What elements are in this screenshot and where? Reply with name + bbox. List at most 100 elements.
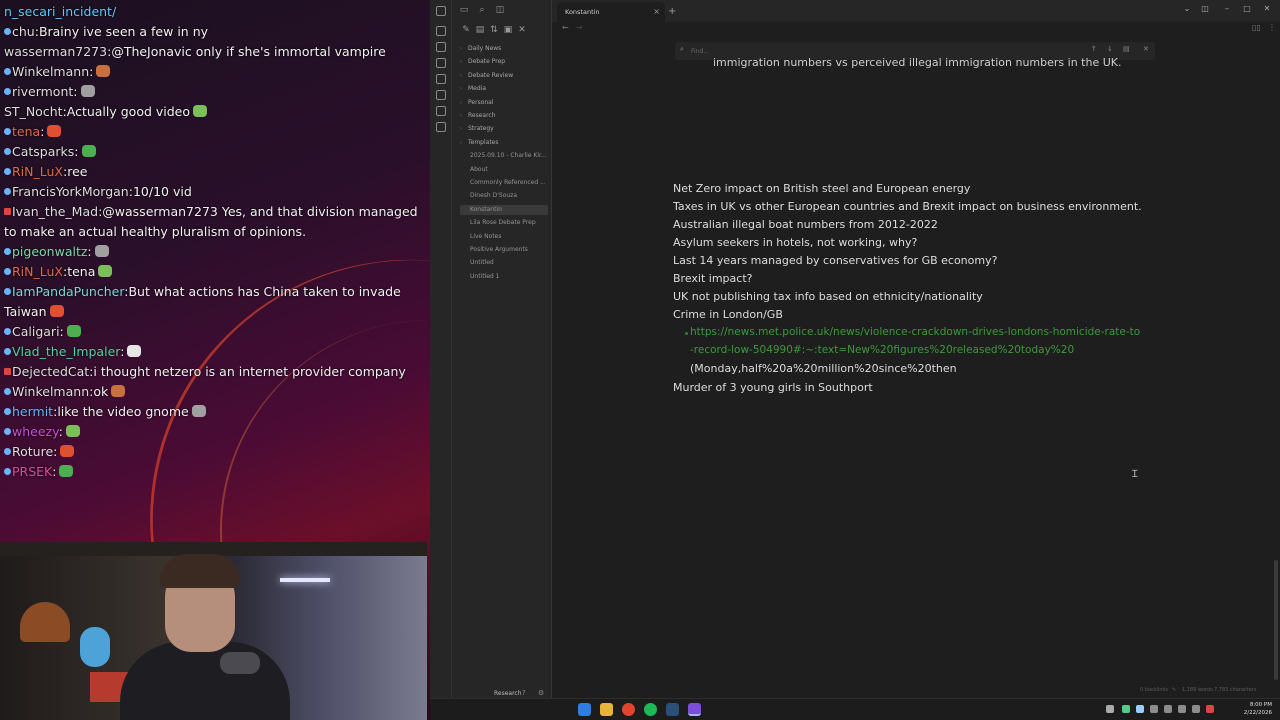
sort-icon[interactable]: ⇅ — [488, 24, 500, 36]
chat-username[interactable]: RiN_LuX — [12, 164, 63, 179]
file-item[interactable]: 2025.09.10 - Charlie Kir... — [460, 151, 548, 161]
file-item[interactable]: Untitled 1 — [460, 272, 548, 282]
chat-username[interactable]: Roture — [12, 444, 53, 459]
file-item[interactable]: Untitled — [460, 258, 548, 268]
tray-app-icon[interactable] — [1122, 705, 1130, 713]
steam-icon[interactable] — [666, 703, 679, 716]
volume-icon[interactable] — [1192, 705, 1200, 713]
chat-username[interactable]: FrancisYorkMorgan — [12, 184, 129, 199]
file-item[interactable]: Live Notes — [460, 232, 548, 242]
file-item[interactable]: Positive Arguments — [460, 245, 548, 255]
start-icon[interactable] — [578, 703, 591, 716]
chat-username[interactable]: rivermont — [12, 84, 73, 99]
chat-username[interactable]: Winkelmann — [12, 384, 89, 399]
folder-item[interactable]: › Personal — [460, 98, 548, 108]
new-tab-icon[interactable]: + — [668, 2, 676, 22]
chat-username[interactable]: ST_Nocht — [4, 104, 63, 119]
new-note-icon[interactable]: ✎ — [460, 24, 472, 36]
obsidian-icon[interactable] — [688, 703, 701, 716]
folder-item[interactable]: › Media — [460, 84, 548, 94]
folder-item[interactable]: › Debate Review — [460, 71, 548, 81]
settings-icon[interactable]: ⚙ — [538, 689, 546, 697]
chat-username[interactable]: RiN_LuX — [12, 264, 63, 279]
spotify-icon[interactable] — [644, 703, 657, 716]
tray-app-icon[interactable] — [1164, 705, 1172, 713]
chat-message: Ivan_the_Mad:@wasserman7273 Yes, and tha… — [0, 202, 430, 242]
file-item[interactable]: Lila Rose Debate Prep — [460, 218, 548, 228]
open-quick-switcher-icon[interactable] — [436, 26, 446, 36]
chat-text: @TheJonavic only if she's immortal vampi… — [111, 44, 386, 59]
window-close-icon[interactable]: ✕ — [1260, 4, 1274, 13]
templates-icon[interactable] — [436, 90, 446, 100]
maximize-icon[interactable]: □ — [1240, 4, 1254, 13]
chat-username[interactable]: hermit — [12, 404, 53, 419]
tab-konstantin[interactable]: Konstantin × — [557, 2, 665, 22]
command-palette-icon[interactable] — [436, 106, 446, 116]
bases-icon[interactable] — [436, 122, 446, 132]
chat-username[interactable]: Winkelmann — [12, 64, 89, 79]
tray-overflow-icon[interactable] — [1106, 705, 1114, 713]
close-tab-icon[interactable]: × — [653, 2, 660, 22]
editor-scrollbar[interactable] — [1274, 560, 1278, 680]
chat-username[interactable]: Catsparks — [12, 144, 74, 159]
search-icon[interactable]: ⌕ — [476, 4, 488, 16]
chat-username[interactable]: Ivan_the_Mad — [12, 204, 98, 219]
chat-username[interactable]: DejectedCat — [12, 364, 89, 379]
chat-username[interactable]: pigeonwaltz — [12, 244, 87, 259]
folder-item[interactable]: › Daily News — [460, 44, 548, 54]
file-explorer-icon[interactable] — [600, 703, 613, 716]
bookmark-icon[interactable]: ◫ — [494, 4, 506, 16]
tray-app-icon[interactable] — [1150, 705, 1158, 713]
close-icon[interactable]: ✕ — [516, 24, 528, 36]
file-item[interactable]: Dinesh D'Souza — [460, 191, 548, 201]
tray-app-icon[interactable] — [1206, 705, 1214, 713]
canvas-icon[interactable] — [436, 58, 446, 68]
system-clock[interactable]: 8:00 PM 2/22/2026 — [1244, 701, 1272, 717]
backlinks-count[interactable]: 0 backlinks — [1140, 687, 1168, 693]
file-item[interactable]: Konstantin — [460, 204, 548, 215]
folder-item[interactable]: › Debate Prep — [460, 57, 548, 67]
folder-item[interactable]: › Templates — [460, 138, 548, 148]
replace-toggle-icon[interactable]: ▤ — [1123, 45, 1130, 53]
file-item[interactable]: About — [460, 165, 548, 175]
chat-badge-icon — [4, 348, 11, 355]
tray-app-icon[interactable] — [1136, 705, 1144, 713]
chrome-icon[interactable] — [622, 703, 635, 716]
network-icon[interactable] — [1178, 705, 1186, 713]
news-link-continued[interactable]: -record-low-504990#:~:text=New%20figures… — [690, 344, 1074, 356]
chat-username[interactable]: PRSEK — [12, 464, 52, 479]
file-item[interactable]: Commonly Referenced ... — [460, 178, 548, 188]
folder-item[interactable]: › Strategy — [460, 124, 548, 134]
reading-view-icon[interactable]: ▯▯ — [1252, 23, 1261, 32]
chat-username[interactable]: IamPandaPuncher — [12, 284, 124, 299]
folder-icon[interactable]: ▭ — [458, 4, 470, 16]
back-icon[interactable]: ← — [562, 23, 569, 32]
graph-view-icon[interactable] — [436, 42, 446, 52]
new-folder-icon[interactable]: ▤ — [474, 24, 486, 36]
help-icon[interactable]: ? — [522, 689, 530, 697]
forward-icon[interactable]: → — [576, 23, 583, 32]
more-options-icon[interactable]: ⋮ — [1268, 23, 1276, 32]
minimize-icon[interactable]: – — [1220, 4, 1234, 13]
close-find-icon[interactable]: ✕ — [1143, 45, 1149, 53]
chat-emote-icon — [60, 445, 75, 457]
daily-note-icon[interactable] — [436, 74, 446, 84]
collapse-icon[interactable]: ▣ — [502, 24, 514, 36]
news-link[interactable]: https://news.met.police.uk/news/violence… — [690, 326, 1140, 338]
chat-username[interactable]: Vlad_the_Impaler — [12, 344, 120, 359]
note-editor[interactable]: immigration numbers vs perceived illegal… — [673, 56, 1173, 696]
sidebar-right-toggle-icon[interactable]: ◫ — [1198, 4, 1212, 13]
sidebar-toggle-icon[interactable] — [436, 6, 446, 16]
folder-item[interactable]: › Research — [460, 111, 548, 121]
chat-username[interactable]: tena — [12, 124, 40, 139]
edit-mode-icon[interactable]: ✎ — [1172, 687, 1176, 693]
chat-username[interactable]: wheezy — [12, 424, 59, 439]
previous-match-icon[interactable]: ↑ — [1091, 45, 1097, 53]
chat-username[interactable]: wasserman7273 — [4, 44, 107, 59]
tab-list-icon[interactable]: ⌄ — [1180, 4, 1194, 13]
chat-username[interactable]: Caligari — [12, 324, 60, 339]
next-match-icon[interactable]: ↓ — [1107, 45, 1113, 53]
vault-name[interactable]: Research — [494, 690, 522, 697]
chat-username[interactable]: chu — [12, 24, 35, 39]
chat-username[interactable]: n_secari_incident/ — [4, 4, 116, 19]
